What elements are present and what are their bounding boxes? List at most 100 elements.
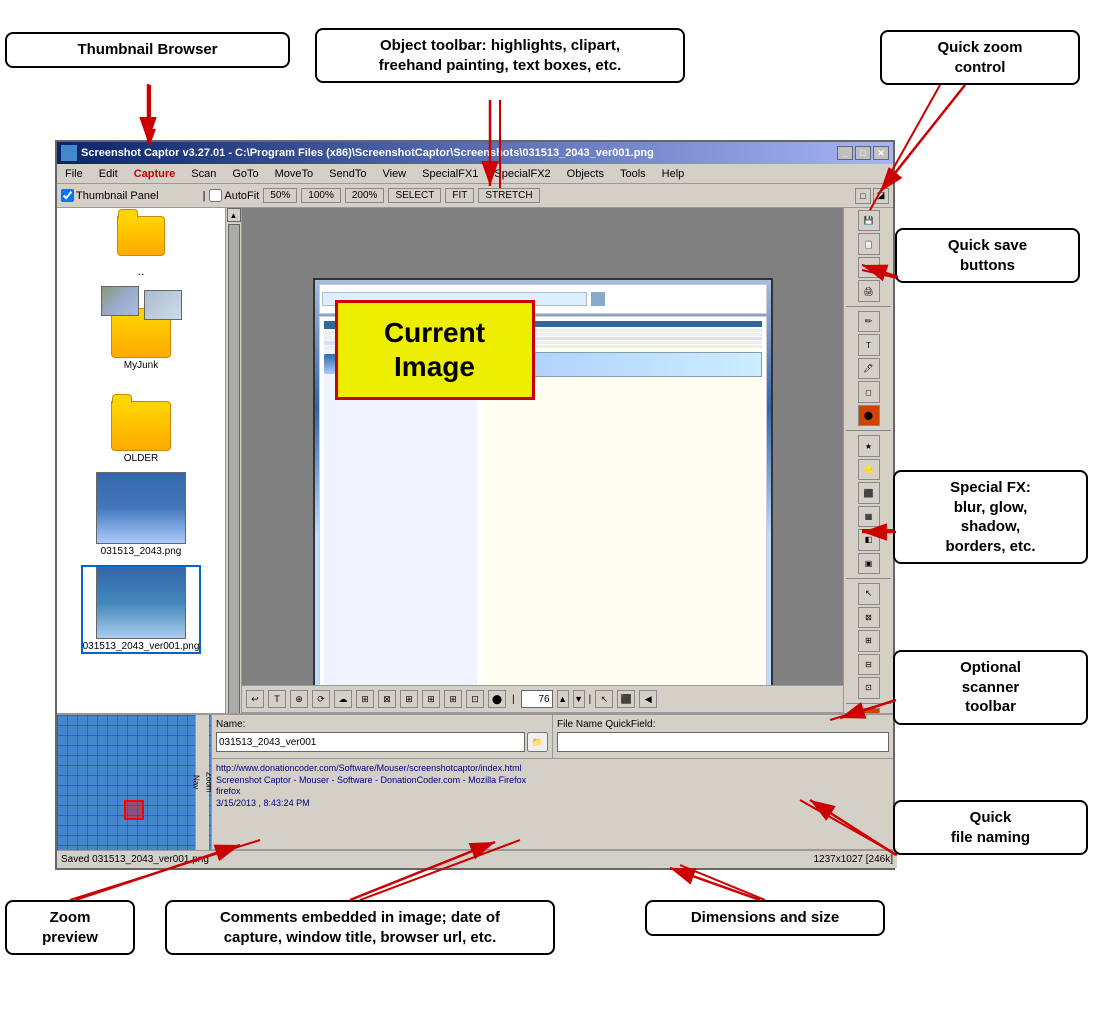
thumb-031513-2043[interactable]: 031513_2043.png [96,472,186,557]
zoom-fit-btn[interactable]: FIT [445,188,474,203]
menu-moveto[interactable]: MoveTo [271,166,318,182]
thumb-myjunk[interactable]: MyJunk [96,286,186,371]
fx-btn-1[interactable]: ★ [858,435,880,456]
bt-undo[interactable]: ↩ [246,690,264,708]
close-button[interactable]: ✕ [873,146,889,160]
crop-btn[interactable]: ⊞ [858,630,880,651]
bt-zoom-up[interactable]: ▲ [557,690,569,708]
thumb-top-folder[interactable] [117,216,165,256]
rotate-btn[interactable]: ⊡ [858,677,880,698]
bt-icon-12[interactable]: ⬤ [488,690,506,708]
window-titlebar: Screenshot Captor v3.27.01 - C:\Program … [57,142,893,164]
select-btn[interactable]: ⊠ [858,607,880,628]
zoom-input[interactable] [521,690,553,708]
autofit-toggle[interactable] [209,189,222,202]
zoom-select-btn[interactable]: SELECT [388,188,441,203]
zoom-200-btn[interactable]: 200% [345,188,385,203]
menu-scan[interactable]: Scan [187,166,220,182]
quickfield-input[interactable] [557,732,889,752]
minimize-button[interactable]: _ [837,146,853,160]
fx-btn-3[interactable]: ⬛ [858,482,880,503]
name-browse-btn[interactable]: 📁 [527,732,548,752]
zoom-grid [57,715,211,850]
fx-btn-5[interactable]: ◧ [858,529,880,550]
name-input[interactable] [216,732,525,752]
status-bar: Saved 031513_2043_ver001.png 1237x1027 [… [57,850,897,868]
quick-save-btn-4[interactable]: 🖨 [858,280,880,301]
scroll-up-btn[interactable]: ▲ [227,208,241,222]
callout-zoom-preview-text: Zoompreview [42,909,98,946]
quick-save-btn-1[interactable]: 💾 [858,210,880,231]
menu-tools[interactable]: Tools [616,166,650,182]
menu-capture[interactable]: Capture [130,166,180,182]
current-image-label: Current Image [384,316,485,383]
bt-icon-5[interactable]: ☁ [334,690,352,708]
screenshot-window: Screenshot Captor v3.27.01 - C:\Program … [55,140,895,870]
bt-icon-7[interactable]: ⊠ [378,690,396,708]
zoom-stretch-btn[interactable]: STRETCH [478,188,539,203]
bt-arrow[interactable]: ◀ [639,690,657,708]
quick-save-btn-2[interactable]: 📋 [858,233,880,254]
bt-icon-10[interactable]: ⊞ [444,690,462,708]
menu-file[interactable]: File [61,166,87,182]
zoom-100-btn[interactable]: 100% [301,188,341,203]
quick-save-btn-3[interactable]: ✂ [858,257,880,278]
zoom-cursor-indicator [124,800,144,820]
scroll-thumb[interactable] [228,224,240,762]
bt-icon-11[interactable]: ⊡ [466,690,484,708]
bt-icon-4[interactable]: ⟳ [312,690,330,708]
bt-icon-6[interactable]: ⊞ [356,690,374,708]
current-image-label-box: Current Image [335,300,535,400]
menu-specialfx1[interactable]: SpecialFX1 [418,166,482,182]
fx-btn-6[interactable]: ▣ [858,553,880,574]
bt-cursor[interactable]: ↖ [595,690,613,708]
cursor-btn[interactable]: ↖ [858,583,880,604]
scale-btn[interactable]: ⊟ [858,654,880,675]
menu-edit[interactable]: Edit [95,166,122,182]
zoom-icon-1[interactable]: □ [855,188,871,204]
thumbnail-panel: ▲ ▼ .. MyJunk [57,208,242,778]
menu-objects[interactable]: Objects [563,166,608,182]
fx-btn-2[interactable]: 🌟 [858,459,880,480]
window-controls: _ □ ✕ [837,146,889,160]
menu-sendto[interactable]: SendTo [325,166,370,182]
thumbnail-scrollbar[interactable]: ▲ ▼ [225,208,241,778]
menu-goto[interactable]: GoTo [228,166,262,182]
callout-thumbnail-browser: Thumbnail Browser [5,32,290,68]
browser-icon [591,292,605,306]
obj-btn-2[interactable]: T [858,334,880,355]
zoom-50-btn[interactable]: 50% [263,188,297,203]
obj-btn-5[interactable]: ⬤ [858,405,880,426]
bt-icon-8[interactable]: ⊞ [400,690,418,708]
bt-redo[interactable]: T [268,690,286,708]
toolbar-divider-2 [846,430,891,431]
thumbnail-panel-checkbox[interactable]: Thumbnail Panel [61,189,159,202]
thumb-dotdot[interactable]: .. [138,264,145,278]
toolbar-divider-4 [846,703,891,704]
obj-btn-1[interactable]: ✏ [858,311,880,332]
thumb-dotdot-label: .. [138,264,145,278]
thumb-older[interactable]: OLDER [96,379,186,464]
info-comments-text: http://www.donationcoder.com/Software/Mo… [216,763,889,810]
thumb-031513-ver001[interactable]: 031513_2043_ver001.png [81,565,202,654]
autofit-checkbox[interactable]: AutoFit [209,189,259,202]
callout-thumbnail-browser-text: Thumbnail Browser [77,41,217,58]
info-name-row: Name: 📁 File Name QuickField: [212,715,893,759]
thumbnail-panel-toggle[interactable] [61,189,74,202]
menu-help[interactable]: Help [658,166,689,182]
current-image-box: Current Image [313,278,773,708]
obj-btn-3[interactable]: 🖊 [858,358,880,379]
menu-specialfx2[interactable]: SpecialFX2 [490,166,554,182]
fx-btn-4[interactable]: ▦ [858,506,880,527]
bt-separator: | [512,694,515,705]
bt-zoom-down[interactable]: ▼ [573,690,585,708]
maximize-button[interactable]: □ [855,146,871,160]
menu-view[interactable]: View [378,166,410,182]
bt-eyedrop[interactable]: ⬛ [617,690,635,708]
thumb-folder-icon [117,216,165,256]
zoom-icon-2[interactable]: ◪ [873,188,889,204]
bt-icon-9[interactable]: ⊞ [422,690,440,708]
current-image-line1: Current [384,317,485,348]
bt-icon-3[interactable]: ⊕ [290,690,308,708]
obj-btn-4[interactable]: ◻ [858,381,880,402]
